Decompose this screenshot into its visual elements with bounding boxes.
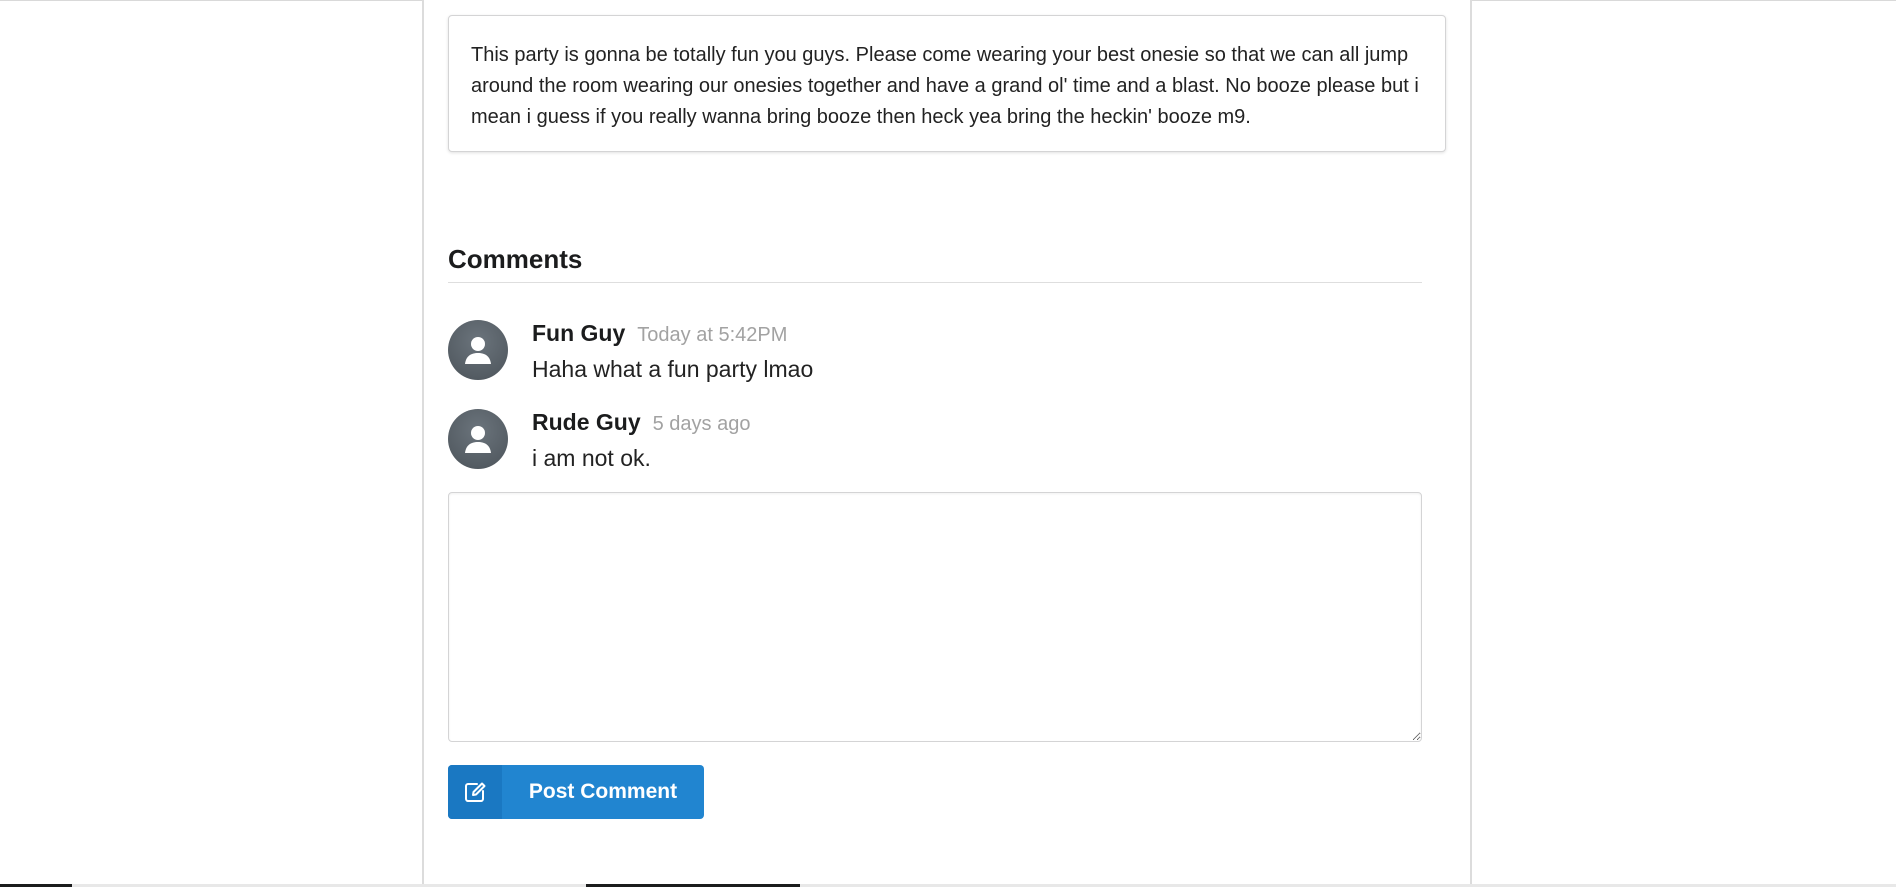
avatar[interactable] bbox=[448, 320, 508, 380]
post-comment-button[interactable]: Post Comment bbox=[448, 765, 704, 819]
comment-text: i am not ok. bbox=[532, 445, 651, 471]
comment-date: Today at 5:42PM bbox=[637, 324, 788, 346]
comment-metadata: Rude Guy 5 days ago bbox=[532, 409, 1412, 441]
post-comment-label: Post Comment bbox=[528, 780, 678, 803]
event-description-text: This party is gonna be totally fun you g… bbox=[471, 44, 1419, 128]
comment-author[interactable]: Rude Guy bbox=[532, 409, 641, 435]
comment: Rude Guy 5 days ago i am not ok. bbox=[448, 409, 1422, 473]
comments-header: Comments bbox=[448, 242, 1422, 283]
comment-metadata: Fun Guy Today at 5:42PM bbox=[532, 320, 1412, 352]
edit-icon bbox=[448, 765, 502, 819]
comment-text: Haha what a fun party lmao bbox=[532, 356, 814, 382]
avatar[interactable] bbox=[448, 409, 508, 469]
comment-content: Rude Guy 5 days ago i am not ok. bbox=[532, 409, 1412, 472]
comment: Fun Guy Today at 5:42PM Haha what a fun p… bbox=[448, 320, 1422, 384]
comment-date: 5 days ago bbox=[652, 413, 751, 435]
comment-content: Fun Guy Today at 5:42PM Haha what a fun p… bbox=[532, 320, 1412, 383]
user-icon bbox=[465, 426, 491, 453]
comment-author[interactable]: Fun Guy bbox=[532, 320, 625, 346]
user-icon bbox=[465, 337, 491, 364]
event-description-card: This party is gonna be totally fun you g… bbox=[448, 15, 1446, 152]
comment-reply-textarea[interactable] bbox=[448, 492, 1422, 742]
